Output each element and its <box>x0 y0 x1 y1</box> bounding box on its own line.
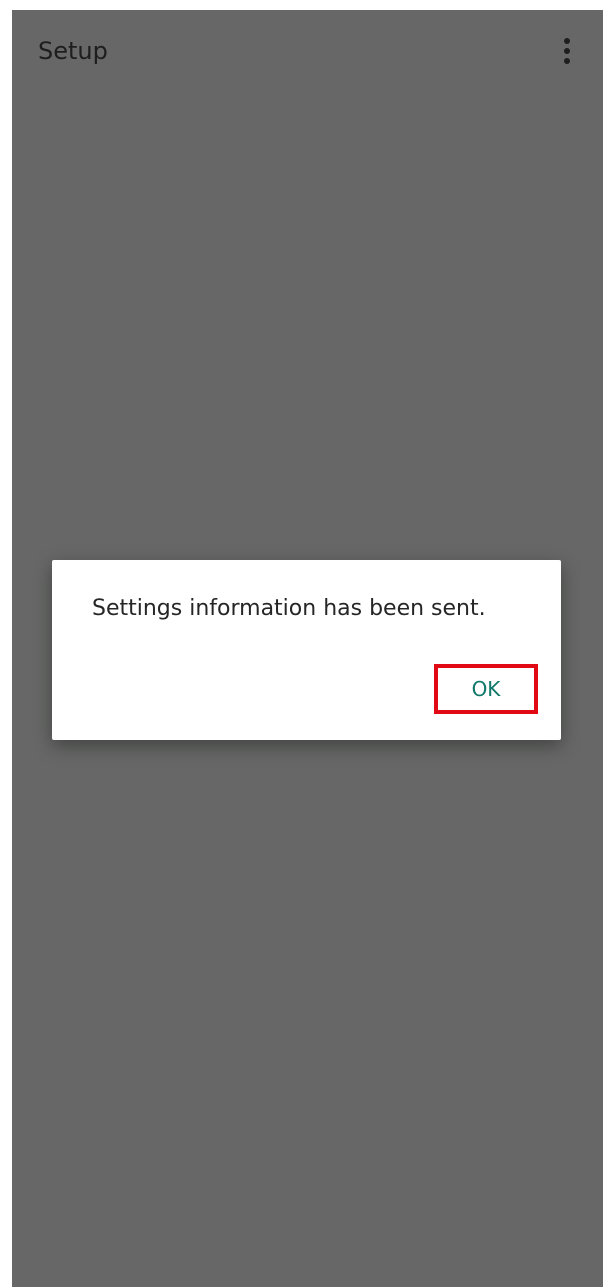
more-vert-icon[interactable] <box>552 34 582 68</box>
ok-button[interactable]: OK <box>434 664 538 714</box>
alert-dialog: Settings information has been sent. OK <box>52 560 561 740</box>
app-bar: Setup <box>12 10 603 96</box>
screen: Setup Settings information has been sent… <box>12 10 603 1287</box>
dialog-message: Settings information has been sent. <box>92 596 486 621</box>
menu-dot <box>564 48 570 54</box>
page-title: Setup <box>38 37 108 65</box>
menu-dot <box>564 58 570 64</box>
menu-dot <box>564 38 570 44</box>
